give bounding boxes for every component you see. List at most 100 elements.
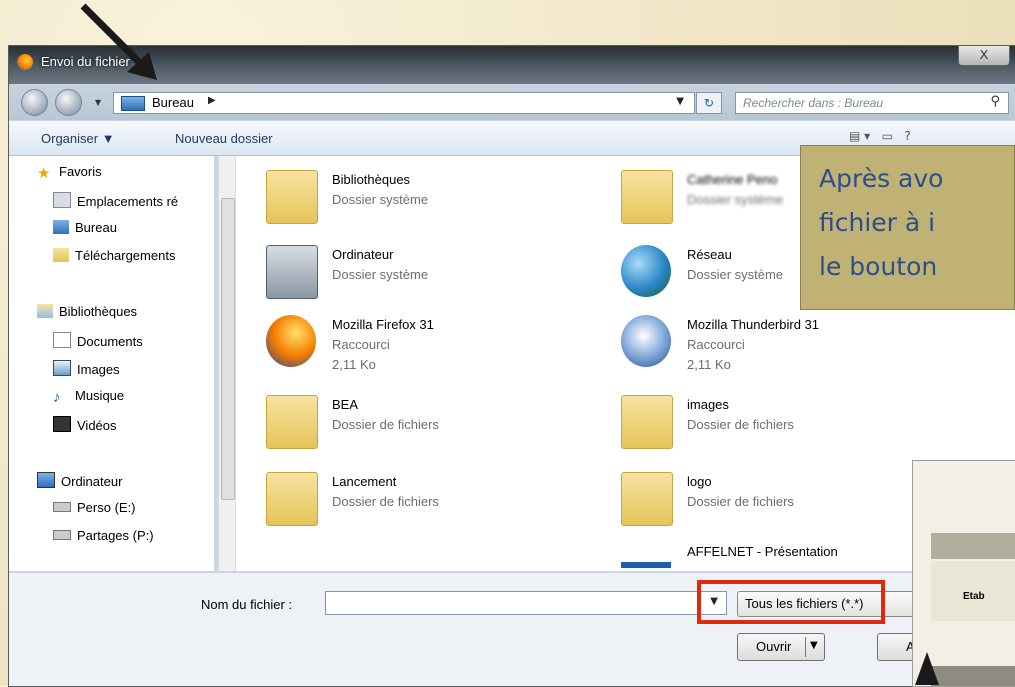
- file-type: Dossier système: [687, 192, 784, 207]
- file-name: Ordinateur: [332, 247, 394, 262]
- file-name: logo: [687, 474, 712, 489]
- file-type: Dossier de fichiers: [687, 417, 794, 432]
- filename-input[interactable]: ▼: [325, 591, 727, 615]
- search-input[interactable]: Rechercher dans : Bureau ⚲: [735, 92, 1009, 114]
- close-button[interactable]: X: [958, 46, 1010, 66]
- search-icon[interactable]: ⚲: [990, 94, 1000, 109]
- highlight-box: [697, 580, 885, 624]
- drive-icon: [53, 502, 71, 512]
- firefox-icon: [17, 54, 33, 70]
- annotation-arrow-icon: [80, 3, 157, 80]
- file-type: Dossier de fichiers: [332, 494, 439, 509]
- sidebar-scrollbar[interactable]: [218, 156, 236, 571]
- forward-button[interactable]: [55, 89, 82, 116]
- file-name: Mozilla Thunderbird 31: [687, 317, 819, 332]
- presentation-icon: [621, 562, 671, 568]
- recent-pages-dropdown[interactable]: ▼: [95, 98, 101, 107]
- documents-icon: [53, 332, 71, 348]
- folder-icon: [266, 472, 318, 526]
- file-size: 2,11 Ko: [687, 357, 731, 372]
- file-type: Raccourci: [332, 337, 390, 352]
- sidebar-item-downloads[interactable]: Téléchargements: [53, 248, 175, 263]
- file-item[interactable]: AFFELNET - Présentation: [611, 544, 951, 571]
- images-icon: [53, 360, 71, 376]
- file-item[interactable]: Mozilla Firefox 31 Raccourci 2,11 Ko: [256, 311, 596, 375]
- folder-icon: [621, 395, 673, 449]
- file-item[interactable]: Mozilla Thunderbird 31 Raccourci 2,11 Ko: [611, 311, 951, 375]
- sidebar-item-favoris[interactable]: ★ Favoris: [37, 164, 102, 181]
- file-size: 2,11 Ko: [332, 357, 376, 372]
- computer-icon: [37, 472, 55, 488]
- folder-icon: [621, 472, 673, 526]
- file-name: BEA: [332, 397, 359, 412]
- user-folder-icon: [621, 170, 673, 224]
- header-band: [931, 533, 1015, 559]
- file-name: Réseau: [687, 247, 732, 262]
- back-button[interactable]: [21, 89, 48, 116]
- new-folder-button[interactable]: Nouveau dossier: [175, 131, 273, 146]
- sidebar-item-partages[interactable]: Partages (P:): [53, 528, 154, 543]
- file-type: Dossier de fichiers: [332, 417, 439, 432]
- file-type: Raccourci: [687, 337, 745, 352]
- desktop-icon: [53, 220, 69, 234]
- folder-icon: [266, 395, 318, 449]
- sidebar-item-perso[interactable]: Perso (E:): [53, 500, 136, 515]
- sidebar-item-libraries[interactable]: Bibliothèques: [37, 304, 137, 319]
- file-type: Dossier système: [332, 192, 429, 207]
- sidebar-item-images[interactable]: Images: [53, 360, 120, 377]
- libraries-icon: [37, 304, 53, 318]
- address-dropdown-icon[interactable]: ▼: [676, 96, 684, 107]
- thunderbird-shortcut-icon: [621, 315, 671, 367]
- filename-label: Nom du fichier :: [201, 597, 293, 612]
- breadcrumb-bureau[interactable]: Bureau: [152, 95, 194, 110]
- search-placeholder: Rechercher dans : Bureau: [743, 96, 884, 110]
- open-button-label: Ouvrir: [756, 639, 792, 654]
- network-drive-icon: [53, 530, 71, 540]
- file-item[interactable]: Ordinateur Dossier système: [256, 241, 596, 305]
- refresh-button[interactable]: ↻: [696, 92, 722, 114]
- firefox-shortcut-icon: [266, 315, 316, 367]
- sidebar-item-bureau[interactable]: Bureau: [53, 220, 117, 235]
- annotation-arrow-icon: [915, 652, 939, 685]
- file-item[interactable]: Lancement Dossier de fichiers: [256, 468, 596, 532]
- file-name: Mozilla Firefox 31: [332, 317, 434, 332]
- file-name: Catherine Peno: [687, 172, 778, 187]
- instruction-callout: Après avo fichier à i le bouton: [800, 145, 1015, 310]
- file-type: Dossier de fichiers: [687, 494, 794, 509]
- videos-icon: [53, 416, 71, 432]
- download-folder-icon: [53, 248, 69, 262]
- recent-places-icon: [53, 192, 71, 208]
- breadcrumb-arrow-icon[interactable]: ▶: [208, 95, 216, 106]
- sidebar-item-documents[interactable]: Documents: [53, 332, 143, 349]
- sidebar-item-computer[interactable]: Ordinateur: [37, 472, 122, 489]
- sidebar-item-music[interactable]: ♪ Musique: [53, 388, 124, 405]
- desktop-icon: [121, 96, 145, 111]
- open-dropdown-icon[interactable]: ▼: [810, 640, 818, 651]
- libraries-folder-icon: [266, 170, 318, 224]
- file-name: images: [687, 397, 729, 412]
- file-item[interactable]: Bibliothèques Dossier système: [256, 166, 596, 230]
- network-icon: [621, 245, 671, 297]
- open-button[interactable]: Ouvrir ▼: [737, 633, 825, 661]
- navigation-pane: ★ Favoris Emplacements ré Bureau Téléchar…: [9, 156, 214, 571]
- file-item[interactable]: logo Dossier de fichiers: [611, 468, 951, 532]
- sidebar-item-recent[interactable]: Emplacements ré: [53, 192, 178, 209]
- file-type: Dossier système: [687, 267, 784, 282]
- file-item[interactable]: BEA Dossier de fichiers: [256, 391, 596, 455]
- etab-label: Etab: [963, 591, 985, 602]
- music-icon: ♪: [53, 389, 61, 406]
- file-name: Lancement: [332, 474, 397, 489]
- file-name: AFFELNET - Présentation: [687, 544, 838, 559]
- file-name: Bibliothèques: [332, 172, 411, 187]
- computer-icon: [266, 245, 318, 299]
- file-item[interactable]: images Dossier de fichiers: [611, 391, 951, 455]
- navigation-bar: ▼ Bureau ▶ ▼ ↻ Rechercher dans : Bureau …: [9, 84, 1015, 120]
- sidebar-item-videos[interactable]: Vidéos: [53, 416, 117, 433]
- sidebar-scroll-thumb[interactable]: [221, 198, 235, 500]
- star-icon: ★: [37, 165, 51, 182]
- callout-line: Après avo: [819, 164, 944, 193]
- address-bar[interactable]: Bureau ▶ ▼: [113, 92, 695, 114]
- open-button-separator: [805, 637, 806, 657]
- organize-menu[interactable]: Organiser ▼: [41, 131, 115, 146]
- view-icons[interactable]: ▤ ▾ ▭ ?: [849, 129, 911, 143]
